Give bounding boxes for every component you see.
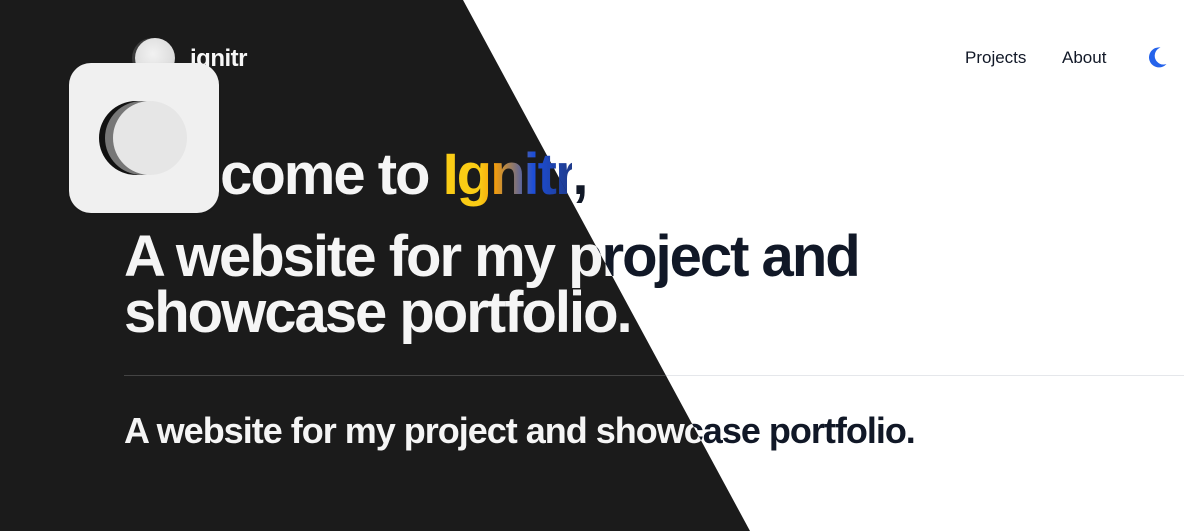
theme-toggle-icon [69, 63, 219, 213]
nav-projects-link[interactable]: Projects [965, 48, 1026, 68]
hero-line-3: showcase portfolio. [124, 280, 633, 345]
hero-welcome-suffix: , [572, 142, 588, 207]
page: ignitr Projects About Welcome to Ignitr,… [0, 0, 1200, 531]
theme-toggle-front-disc [113, 101, 187, 175]
moon-icon[interactable] [1145, 45, 1169, 69]
nav-about-link[interactable]: About [1062, 48, 1106, 68]
theme-toggle-graphic [99, 101, 189, 175]
